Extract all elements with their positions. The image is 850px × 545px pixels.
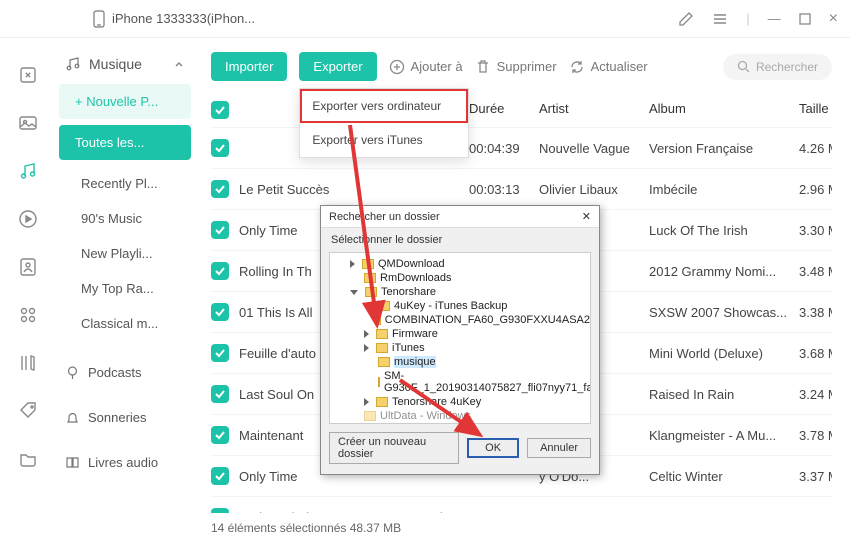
tags-icon[interactable] [17, 400, 39, 422]
delete-button[interactable]: Supprimer [475, 59, 557, 75]
device-label: iPhone 1333333(iPhon... [92, 10, 255, 28]
cell-size: 3.30 MB [799, 223, 832, 238]
row-checkbox[interactable] [211, 262, 229, 280]
cancel-button[interactable]: Annuler [527, 438, 591, 458]
sidebar-item[interactable]: My Top Ra... [55, 271, 195, 306]
col-artist: Artist [539, 101, 649, 119]
trash-icon [475, 59, 491, 75]
sidebar-item[interactable]: New Playli... [55, 236, 195, 271]
col-duration: Durée [469, 101, 539, 119]
cell-artist: Olivier Libaux [539, 182, 649, 197]
books-icon[interactable] [17, 352, 39, 374]
refresh-icon [569, 59, 585, 75]
device-name: iPhone 1333333(iPhon... [112, 11, 255, 26]
sidebar-group-ringtones[interactable]: Sonneries [55, 404, 195, 431]
cell-size: 2.96 MB [799, 182, 832, 197]
col-size: Taille [799, 101, 832, 119]
sidebar-item-all[interactable]: Toutes les... [59, 125, 191, 160]
sidebar-item[interactable]: 90's Music [55, 201, 195, 236]
selection-footer: 14 éléments sélectionnés 48.37 MB [211, 513, 832, 545]
cell-album: Imbécile [649, 182, 799, 197]
ok-button[interactable]: OK [467, 438, 519, 458]
cell-album: Luck Of The Irish [649, 223, 799, 238]
export-dropdown: Exporter vers ordinateur Exporter vers i… [299, 88, 469, 158]
dialog-close-button[interactable]: ✕ [582, 210, 591, 223]
row-checkbox[interactable] [211, 303, 229, 321]
row-checkbox[interactable] [211, 180, 229, 198]
add-button[interactable]: Ajouter à [389, 59, 463, 75]
toolbar: Importer Exporter Exporter vers ordinate… [211, 52, 832, 81]
col-album: Album [649, 101, 799, 119]
icon-rail [0, 38, 55, 545]
search-icon [737, 60, 750, 73]
folder-tree[interactable]: QMDownload RmDownloads Tenorshare 4uKey … [329, 252, 591, 424]
export-to-computer[interactable]: Exporter vers ordinateur [300, 89, 468, 123]
export-button[interactable]: Exporter [299, 52, 376, 81]
cell-album: Klangmeister - A Mu... [649, 428, 799, 443]
close-button[interactable]: × [829, 10, 838, 28]
cell-duration: 00:04:39 [469, 141, 539, 156]
videos-icon[interactable] [17, 208, 39, 230]
row-checkbox[interactable] [211, 467, 229, 485]
home-icon[interactable] [17, 64, 39, 86]
photos-icon[interactable] [17, 112, 39, 134]
cell-artist: Nouvelle Vague [539, 141, 649, 156]
minimize-button[interactable]: — [768, 11, 781, 26]
contacts-icon[interactable] [17, 256, 39, 278]
dialog-subtitle: Sélectionner le dossier [321, 228, 599, 252]
row-checkbox[interactable] [211, 344, 229, 362]
cell-album: SXSW 2007 Showcas... [649, 305, 799, 320]
row-checkbox[interactable] [211, 385, 229, 403]
cell-size: 3.37 MB [799, 469, 832, 484]
sidebar-group-podcasts[interactable]: Podcasts [55, 359, 195, 386]
cell-album: 2012 Grammy Nomi... [649, 264, 799, 279]
sidebar-heading[interactable]: Musique [55, 52, 195, 84]
cell-size: 4.26 MB [799, 141, 832, 156]
cell-size: 3.68 MB [799, 346, 832, 361]
cell-size: 3.78 MB [799, 428, 832, 443]
menu-icon[interactable] [712, 11, 728, 27]
row-checkbox[interactable] [211, 139, 229, 157]
new-playlist-button[interactable]: + Nouvelle P... [59, 84, 191, 119]
music-note-icon [65, 56, 81, 72]
cell-name: Le Petit Succès [239, 182, 469, 197]
export-to-itunes[interactable]: Exporter vers iTunes [300, 123, 468, 157]
sidebar-heading-label: Musique [89, 56, 142, 72]
chevron-up-icon [173, 58, 185, 70]
cell-size: 3.48 MB [799, 264, 832, 279]
import-button[interactable]: Importer [211, 52, 287, 81]
phone-icon [92, 10, 106, 28]
audiobook-icon [65, 455, 80, 470]
sidebar-item[interactable]: Recently Pl... [55, 166, 195, 201]
cell-album: Raised In Rain [649, 387, 799, 402]
sidebar-group-audiobooks[interactable]: Livres audio [55, 449, 195, 476]
podcast-icon [65, 365, 80, 380]
cell-album: Celtic Winter [649, 469, 799, 484]
titlebar: iPhone 1333333(iPhon... | — × [0, 0, 850, 38]
cell-size: 3.38 MB [799, 305, 832, 320]
bell-icon [65, 410, 80, 425]
cell-size: 3.24 MB [799, 387, 832, 402]
files-icon[interactable] [17, 448, 39, 470]
row-checkbox[interactable] [211, 426, 229, 444]
select-all-checkbox[interactable] [211, 101, 229, 119]
table-row[interactable]: Le Petit Succès00:03:13Olivier LibauxImb… [211, 168, 832, 209]
music-icon[interactable] [17, 160, 39, 182]
maximize-button[interactable] [799, 13, 811, 25]
dialog-title: Rechercher un dossier [329, 211, 440, 223]
cell-album: Mini World (Deluxe) [649, 346, 799, 361]
cell-album: Version Française [649, 141, 799, 156]
folder-dialog: Rechercher un dossier ✕ Sélectionner le d… [320, 205, 600, 475]
sidebar-item[interactable]: Classical m... [55, 306, 195, 341]
refresh-button[interactable]: Actualiser [569, 59, 648, 75]
apps-icon[interactable] [17, 304, 39, 326]
search-input[interactable]: Rechercher [723, 54, 832, 80]
plus-circle-icon [389, 59, 405, 75]
sidebar: Musique + Nouvelle P... Toutes les... Re… [55, 38, 195, 545]
row-checkbox[interactable] [211, 221, 229, 239]
new-folder-button[interactable]: Créer un nouveau dossier [329, 432, 459, 464]
cell-duration: 00:03:13 [469, 182, 539, 197]
edit-icon[interactable] [678, 11, 694, 27]
table-row[interactable]: Andrea Lindsay - Les Yeux De Marie00:03:… [211, 496, 832, 513]
